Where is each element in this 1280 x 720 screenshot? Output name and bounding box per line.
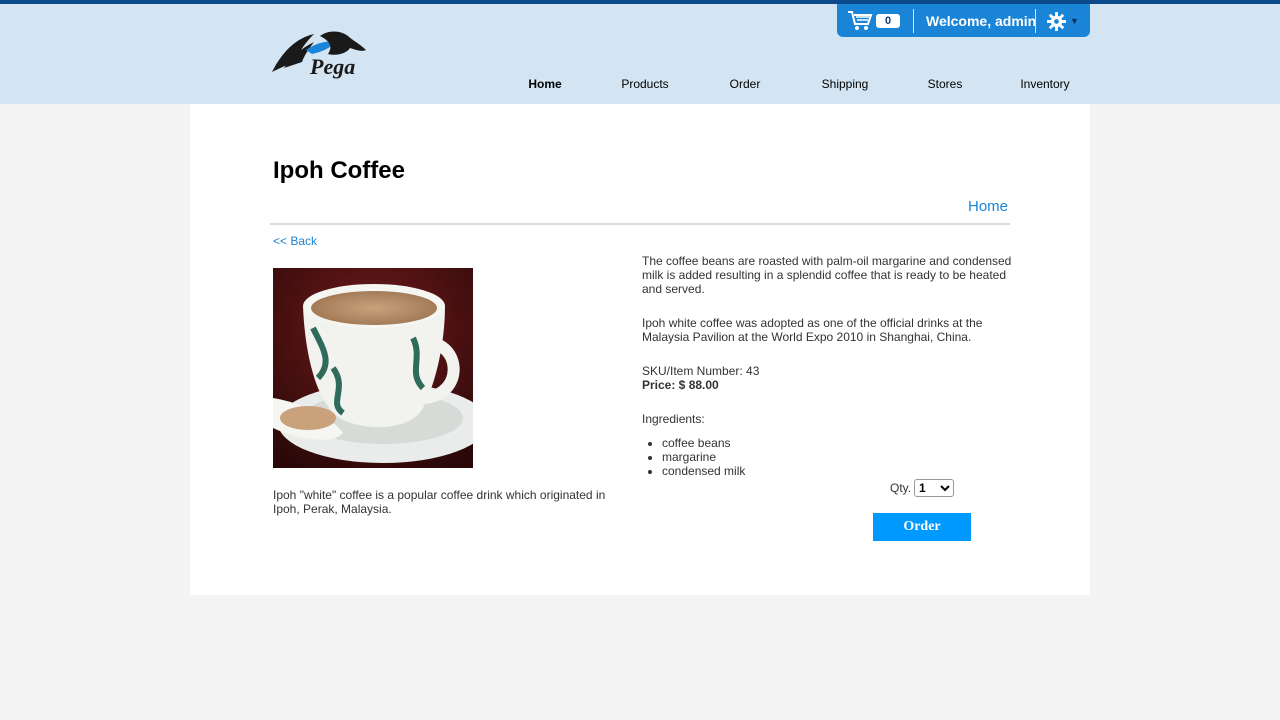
coffee-cup-image: [273, 268, 473, 468]
order-button[interactable]: Order: [873, 513, 971, 541]
nav-inventory[interactable]: Inventory: [995, 77, 1095, 91]
home-link[interactable]: Home: [968, 198, 1008, 215]
page-title: Ipoh Coffee: [273, 157, 405, 184]
welcome-text[interactable]: Welcome, admin: [926, 13, 1036, 29]
header: Pega 0 Welcome, admin ▼ Home Products Or…: [0, 0, 1280, 104]
list-item: condensed milk: [662, 464, 745, 478]
list-item: margarine: [662, 450, 745, 464]
qty-label: Qty.: [890, 481, 912, 495]
back-link[interactable]: << Back: [273, 234, 317, 248]
product-image: [273, 268, 473, 468]
main-nav: Home Products Order Shipping Stores Inve…: [495, 77, 1095, 93]
user-toolbar: 0 Welcome, admin ▼: [837, 4, 1090, 37]
nav-stores[interactable]: Stores: [895, 77, 995, 91]
product-description-expo: Ipoh white coffee was adopted as one of …: [642, 316, 983, 344]
nav-order[interactable]: Order: [695, 77, 795, 91]
ingredients-label: Ingredients:: [642, 412, 705, 426]
quantity-select[interactable]: 1: [914, 479, 954, 497]
ingredients-list: coffee beans margarine condensed milk: [662, 436, 745, 478]
chevron-down-icon[interactable]: ▼: [1070, 16, 1079, 26]
product-detail-panel: Ipoh Coffee Home << Back Ipoh "white" co…: [190, 104, 1090, 595]
nav-products[interactable]: Products: [595, 77, 695, 91]
price-text: Price: $ 88.00: [642, 378, 719, 392]
sku-text: SKU/Item Number: 43: [642, 364, 760, 378]
pega-logo[interactable]: Pega: [270, 28, 374, 82]
product-caption: Ipoh "white" coffee is a popular coffee …: [273, 488, 606, 516]
nav-shipping[interactable]: Shipping: [795, 77, 895, 91]
shopping-cart-icon[interactable]: [847, 9, 873, 31]
list-item: coffee beans: [662, 436, 745, 450]
logo-text: Pega: [310, 54, 356, 79]
divider: [270, 223, 1010, 225]
gear-icon[interactable]: [1047, 12, 1066, 31]
divider: [913, 9, 914, 33]
nav-home[interactable]: Home: [495, 77, 595, 91]
divider: [1035, 9, 1036, 33]
cart-count-badge[interactable]: 0: [876, 14, 900, 28]
product-description: The coffee beans are roasted with palm-o…: [642, 254, 1012, 296]
